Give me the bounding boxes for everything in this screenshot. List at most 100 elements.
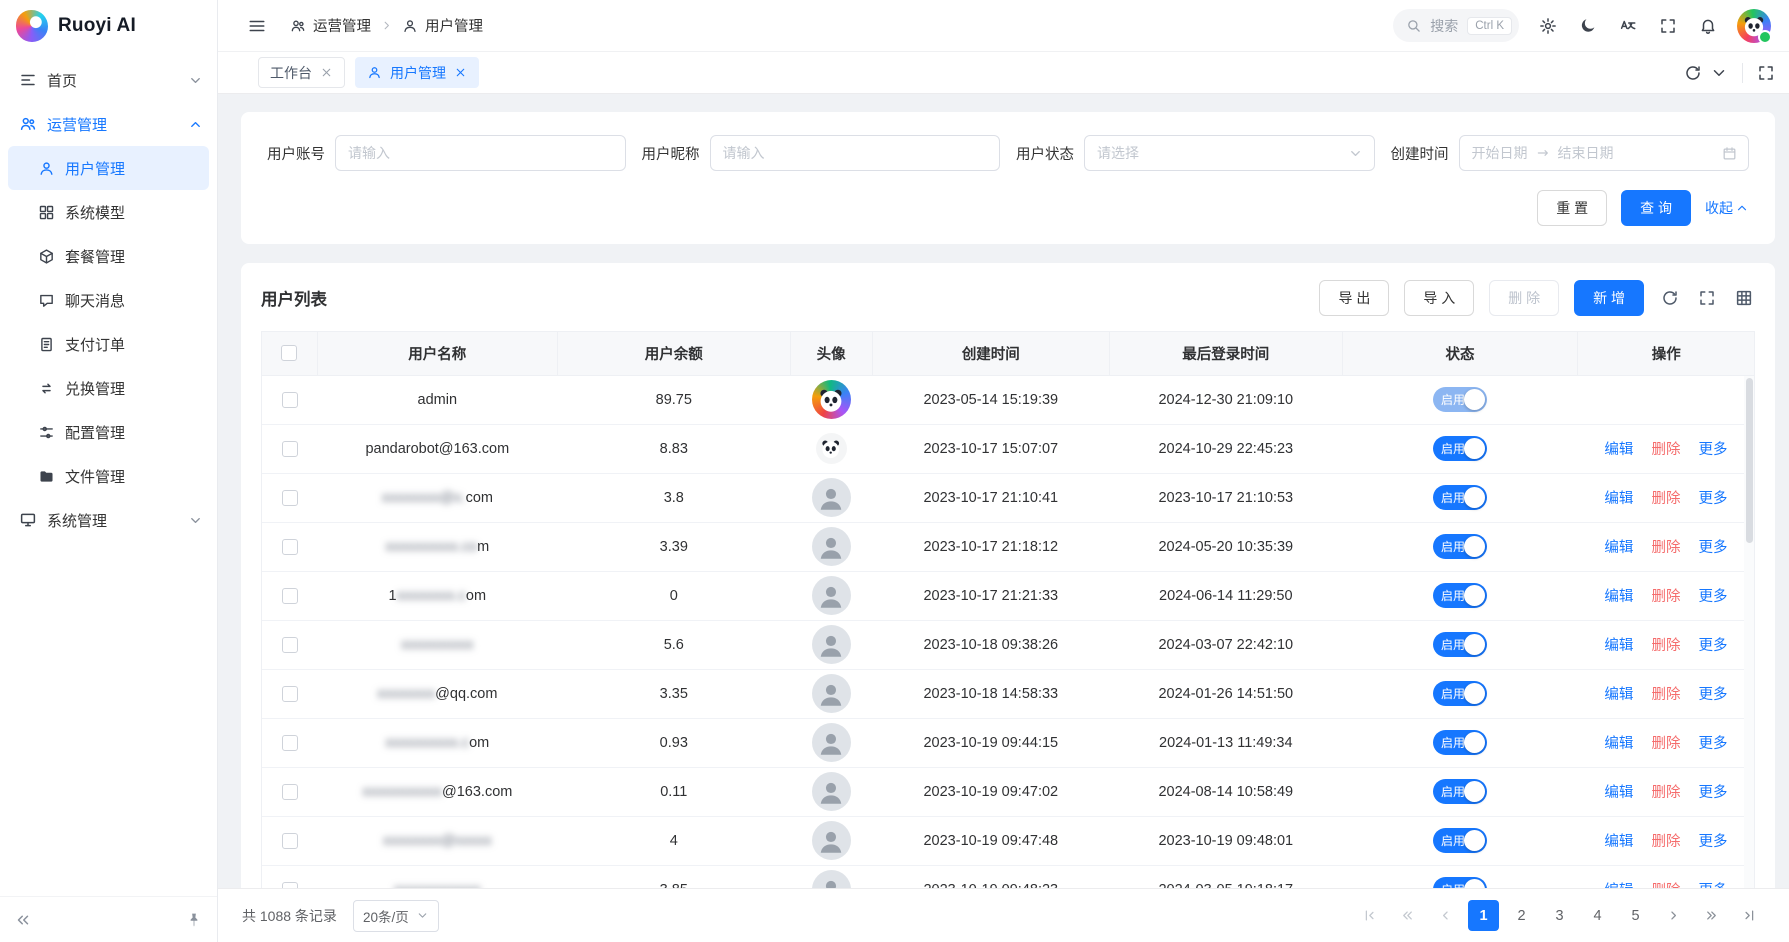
page-button-5[interactable]: 5 (1620, 900, 1651, 931)
status-toggle[interactable]: 启用 (1433, 681, 1487, 706)
status-toggle[interactable]: 启用 (1433, 583, 1487, 608)
row-checkbox[interactable] (282, 784, 298, 800)
refresh-tab-button[interactable] (1682, 62, 1704, 84)
breadcrumb-users[interactable]: 用户管理 (402, 15, 483, 36)
row-checkbox[interactable] (282, 833, 298, 849)
sidebar-item-models[interactable]: 系统模型 (8, 190, 209, 234)
sidebar-item-files[interactable]: 文件管理 (8, 454, 209, 498)
breadcrumb-operations[interactable]: 运营管理 (290, 15, 371, 36)
sidebar-item-packages[interactable]: 套餐管理 (8, 234, 209, 278)
sidebar-item-chat-messages[interactable]: 聊天消息 (8, 278, 209, 322)
jump-forward-button[interactable] (1696, 900, 1727, 931)
notifications-button[interactable] (1697, 15, 1719, 37)
account-input[interactable] (335, 135, 626, 171)
status-toggle[interactable]: 启用 (1433, 436, 1487, 461)
menu-toggle-button[interactable] (246, 15, 268, 37)
row-checkbox[interactable] (282, 735, 298, 751)
edit-link[interactable]: 编辑 (1604, 638, 1633, 654)
delete-link[interactable]: 删除 (1651, 785, 1680, 801)
sidebar-item-payment-orders[interactable]: 支付订单 (8, 322, 209, 366)
settings-button[interactable] (1537, 15, 1559, 37)
table-fullscreen-button[interactable] (1696, 287, 1718, 309)
more-link[interactable]: 更多 (1698, 540, 1727, 556)
page-button-4[interactable]: 4 (1582, 900, 1613, 931)
row-checkbox[interactable] (282, 490, 298, 506)
sidebar-item-exchange[interactable]: 兑换管理 (8, 366, 209, 410)
more-link[interactable]: 更多 (1698, 834, 1727, 850)
more-link[interactable]: 更多 (1698, 638, 1727, 654)
row-checkbox[interactable] (282, 588, 298, 604)
more-link[interactable]: 更多 (1698, 736, 1727, 752)
more-link[interactable]: 更多 (1698, 785, 1727, 801)
close-icon[interactable] (320, 66, 333, 79)
status-toggle[interactable]: 启用 (1433, 828, 1487, 853)
status-toggle[interactable]: 启用 (1433, 779, 1487, 804)
delete-link[interactable]: 删除 (1651, 736, 1680, 752)
delete-link[interactable]: 删除 (1651, 638, 1680, 654)
edit-link[interactable]: 编辑 (1604, 736, 1633, 752)
select-all-checkbox[interactable] (281, 345, 297, 361)
delete-link[interactable]: 删除 (1651, 491, 1680, 507)
global-search[interactable]: 搜索 Ctrl K (1393, 9, 1519, 42)
delete-link[interactable]: 删除 (1651, 883, 1680, 888)
row-checkbox[interactable] (282, 441, 298, 457)
delete-link[interactable]: 删除 (1651, 540, 1680, 556)
close-icon[interactable] (454, 66, 467, 79)
reset-button[interactable]: 重 置 (1537, 190, 1607, 226)
delete-link[interactable]: 删除 (1651, 442, 1680, 458)
nickname-input[interactable] (710, 135, 1001, 171)
page-button-1[interactable]: 1 (1468, 900, 1499, 931)
collapse-filter-link[interactable]: 收起 (1705, 198, 1749, 218)
page-button-2[interactable]: 2 (1506, 900, 1537, 931)
add-button[interactable]: 新 增 (1574, 280, 1644, 316)
sidebar-item-config[interactable]: 配置管理 (8, 410, 209, 454)
date-range-picker[interactable]: 开始日期 结束日期 (1459, 135, 1750, 171)
pin-sidebar-button[interactable] (185, 911, 203, 929)
jump-back-button[interactable] (1392, 900, 1423, 931)
next-page-button[interactable] (1658, 900, 1689, 931)
status-toggle[interactable]: 启用 (1433, 877, 1487, 888)
edit-link[interactable]: 编辑 (1604, 834, 1633, 850)
status-toggle[interactable]: 启用 (1433, 632, 1487, 657)
delete-button[interactable]: 删 除 (1489, 280, 1559, 316)
edit-link[interactable]: 编辑 (1604, 442, 1633, 458)
sidebar-item-home[interactable]: 首页 (0, 58, 217, 102)
row-checkbox[interactable] (282, 686, 298, 702)
user-avatar[interactable] (1737, 9, 1771, 43)
last-page-button[interactable] (1734, 900, 1765, 931)
table-scrollbar-thumb[interactable] (1746, 378, 1753, 543)
tab-user-management[interactable]: 用户管理 (355, 57, 479, 88)
fullscreen-button[interactable] (1657, 15, 1679, 37)
status-toggle[interactable]: 启用 (1433, 534, 1487, 559)
edit-link[interactable]: 编辑 (1604, 491, 1633, 507)
sidebar-item-system[interactable]: 系统管理 (0, 498, 217, 542)
collapse-sidebar-button[interactable] (14, 911, 32, 929)
more-link[interactable]: 更多 (1698, 442, 1727, 458)
content-fullscreen-button[interactable] (1755, 62, 1777, 84)
column-settings-button[interactable] (1733, 287, 1755, 309)
edit-link[interactable]: 编辑 (1604, 785, 1633, 801)
export-button[interactable]: 导 出 (1319, 280, 1389, 316)
prev-page-button[interactable] (1430, 900, 1461, 931)
delete-link[interactable]: 删除 (1651, 687, 1680, 703)
dark-mode-button[interactable] (1577, 15, 1599, 37)
row-checkbox[interactable] (282, 392, 298, 408)
tab-options-button[interactable] (1708, 62, 1730, 84)
tab-workbench[interactable]: 工作台 (258, 57, 345, 88)
edit-link[interactable]: 编辑 (1604, 540, 1633, 556)
delete-link[interactable]: 删除 (1651, 589, 1680, 605)
sidebar-item-users[interactable]: 用户管理 (8, 146, 209, 190)
status-select[interactable]: 请选择 (1084, 135, 1375, 171)
first-page-button[interactable] (1354, 900, 1385, 931)
more-link[interactable]: 更多 (1698, 883, 1727, 888)
status-toggle[interactable]: 启用 (1433, 485, 1487, 510)
search-button[interactable]: 查 询 (1621, 190, 1691, 226)
status-toggle[interactable]: 启用 (1433, 730, 1487, 755)
more-link[interactable]: 更多 (1698, 589, 1727, 605)
refresh-table-button[interactable] (1659, 287, 1681, 309)
edit-link[interactable]: 编辑 (1604, 883, 1633, 888)
more-link[interactable]: 更多 (1698, 491, 1727, 507)
page-size-select[interactable]: 20条/页 (353, 900, 439, 932)
status-toggle[interactable]: 启用 (1433, 387, 1487, 412)
edit-link[interactable]: 编辑 (1604, 687, 1633, 703)
